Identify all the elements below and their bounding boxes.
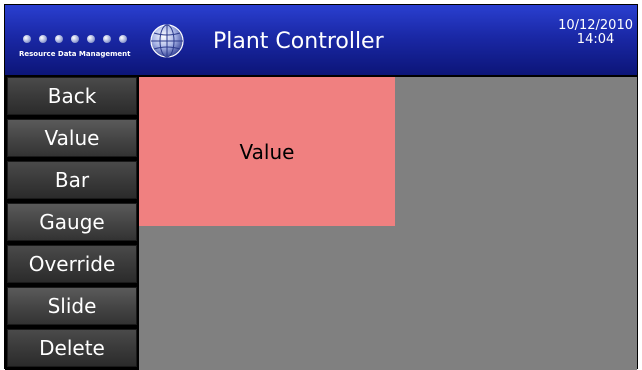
delete-button[interactable]: Delete — [7, 329, 137, 367]
bar-button[interactable]: Bar — [7, 161, 137, 199]
title-bar: Resource Data Management Plant Controlle… — [5, 5, 637, 77]
sidebar: Back Value Bar Gauge Override Slide Dele… — [5, 77, 139, 370]
override-button[interactable]: Override — [7, 245, 137, 283]
date-text: 10/12/2010 — [558, 18, 633, 33]
canvas-workspace[interactable]: Value — [139, 77, 637, 370]
gauge-button[interactable]: Gauge — [7, 203, 137, 241]
value-button[interactable]: Value — [7, 119, 137, 157]
time-text: 14:04 — [576, 32, 615, 47]
brand-text: Resource Data Management — [19, 50, 131, 58]
globe-icon — [150, 24, 184, 58]
value-widget[interactable]: Value — [139, 77, 395, 226]
app-title: Plant Controller — [213, 29, 384, 54]
datetime-display: 10/12/2010 14:04 — [558, 19, 633, 47]
back-button[interactable]: Back — [7, 77, 137, 115]
value-widget-label: Value — [239, 139, 295, 164]
brand-logo: Resource Data Management — [19, 25, 159, 61]
app-window: Resource Data Management Plant Controlle… — [4, 4, 638, 370]
slide-button[interactable]: Slide — [7, 287, 137, 325]
